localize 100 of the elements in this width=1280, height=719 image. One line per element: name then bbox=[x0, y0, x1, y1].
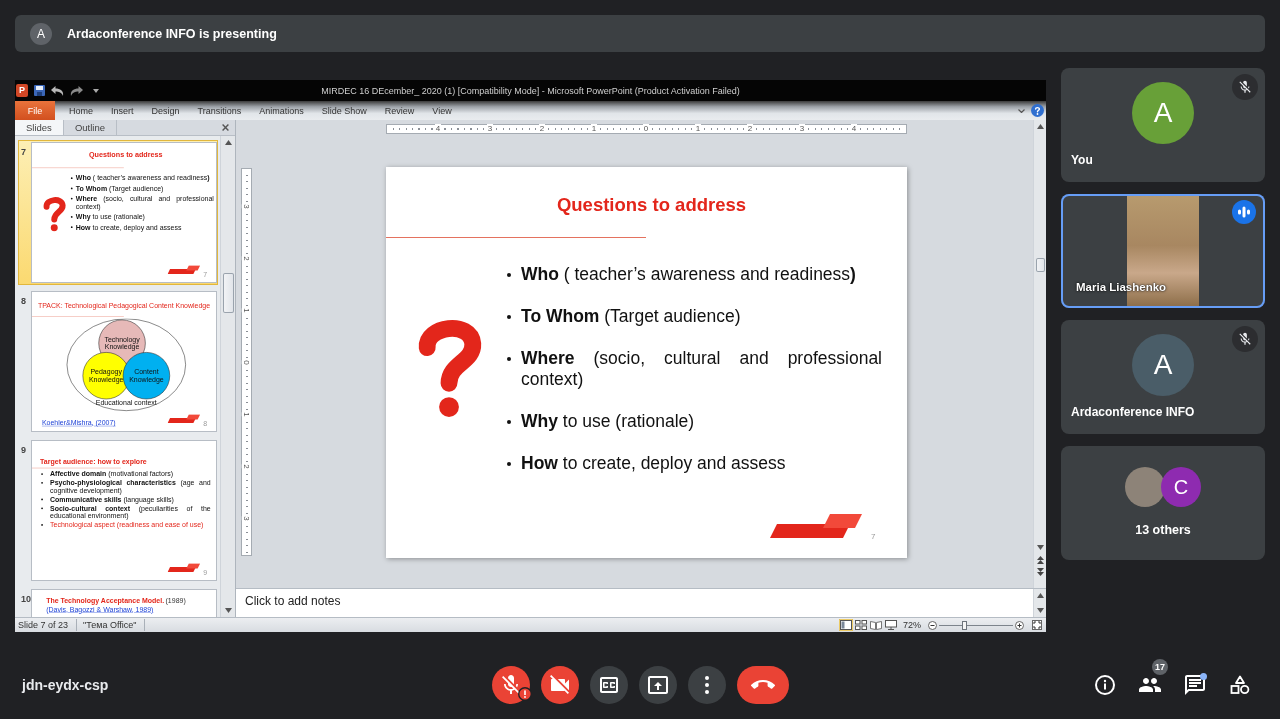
undo-icon[interactable] bbox=[51, 85, 64, 96]
shapes-icon bbox=[1230, 674, 1250, 695]
avatar-photo-placeholder bbox=[1125, 467, 1165, 507]
captions-icon bbox=[599, 676, 618, 693]
zoom-out-icon[interactable] bbox=[928, 620, 937, 630]
ruler-number: 0 bbox=[242, 359, 251, 365]
participant-name: You bbox=[1071, 152, 1093, 168]
notes-field[interactable]: Click to add notes bbox=[236, 589, 1033, 617]
ruler-number: 2 bbox=[538, 124, 546, 133]
avatar: A bbox=[1132, 82, 1194, 144]
fit-to-window-icon[interactable] bbox=[1032, 620, 1042, 630]
slide-number: 8 bbox=[20, 296, 27, 307]
question-mark-icon bbox=[42, 196, 67, 232]
close-icon[interactable] bbox=[222, 124, 229, 131]
ribbon-tab[interactable]: Insert bbox=[102, 101, 143, 120]
banner-text: Ardaconference INFO is presenting bbox=[67, 26, 277, 41]
phone-hang-up-icon bbox=[750, 680, 775, 689]
scroll-up-icon[interactable] bbox=[224, 140, 232, 145]
panel-tab[interactable]: Outline bbox=[63, 120, 117, 135]
bullet-icon bbox=[507, 419, 511, 424]
slide-title: Questions to address bbox=[556, 194, 747, 215]
bullet-text: How to create, deploy and assess bbox=[521, 453, 787, 474]
ruler-number: 3 bbox=[242, 515, 251, 521]
camera-button[interactable] bbox=[540, 665, 579, 704]
zoom-level-label[interactable]: 72% bbox=[903, 620, 921, 630]
ribbon-tab[interactable]: Slide Show bbox=[312, 101, 376, 120]
normal-view-icon[interactable] bbox=[839, 619, 853, 631]
scrollbar-thumb[interactable] bbox=[1035, 258, 1045, 272]
bullet-icon bbox=[70, 187, 73, 190]
bullet-icon bbox=[70, 197, 73, 200]
participant-count-badge: 17 bbox=[1152, 658, 1168, 675]
zoom-in-icon[interactable] bbox=[1015, 620, 1024, 630]
ribbon-tab[interactable]: Animations bbox=[250, 101, 313, 120]
save-icon[interactable] bbox=[34, 85, 45, 96]
app-logo: P bbox=[16, 84, 28, 97]
bullet-text: To Whom (Target audience) bbox=[521, 306, 742, 327]
help-icon[interactable] bbox=[1031, 104, 1044, 117]
avatar: C bbox=[1161, 467, 1201, 507]
camera-off-icon bbox=[550, 675, 569, 694]
ruler-number: 3 bbox=[486, 124, 494, 133]
end-call-button[interactable] bbox=[736, 665, 789, 704]
bullet-icon bbox=[507, 314, 511, 319]
bullet-text: Why to use (rationale) bbox=[521, 411, 696, 432]
ribbon-tab[interactable]: View bbox=[423, 101, 461, 120]
ribbon-tab[interactable]: Transitions bbox=[188, 101, 251, 120]
slideshow-view-icon[interactable] bbox=[884, 619, 898, 631]
sorter-view-icon[interactable] bbox=[854, 619, 868, 631]
bullet-icon bbox=[507, 461, 511, 466]
ruler-number: 4 bbox=[434, 124, 442, 133]
microphone-button[interactable] bbox=[491, 665, 530, 704]
ruler-number: 2 bbox=[746, 124, 754, 133]
ruler-number: 1 bbox=[694, 124, 702, 133]
present-screen-icon bbox=[647, 675, 668, 694]
ruler-number: 3 bbox=[242, 203, 251, 209]
ruler-number: 1 bbox=[590, 124, 598, 133]
slider-thumb[interactable] bbox=[962, 620, 968, 630]
previous-slide-icon[interactable] bbox=[1036, 556, 1044, 564]
avatar: A bbox=[30, 22, 52, 45]
zoom-slider[interactable] bbox=[939, 620, 1013, 630]
ruler-number: 3 bbox=[798, 124, 806, 133]
info-button[interactable] bbox=[1093, 672, 1117, 697]
ruler-number: 1 bbox=[242, 411, 251, 417]
scroll-down-icon[interactable] bbox=[1036, 608, 1044, 613]
participant-name: Ardaconference INFO bbox=[1071, 404, 1195, 420]
meeting-code: jdn-eydx-csp bbox=[22, 676, 109, 693]
info-icon bbox=[1095, 674, 1115, 695]
scrollbar-thumb[interactable] bbox=[222, 273, 234, 313]
bullet-text: Who ( teacher’s awareness and readiness) bbox=[521, 264, 857, 285]
ruler-number: 2 bbox=[242, 255, 251, 261]
scroll-down-icon[interactable] bbox=[1036, 545, 1044, 550]
bullet-icon bbox=[507, 272, 511, 277]
ruler-number: 2 bbox=[242, 463, 251, 469]
captions-button[interactable] bbox=[589, 665, 628, 704]
present-button[interactable] bbox=[638, 665, 677, 704]
more-options-button[interactable] bbox=[687, 665, 726, 704]
dropdown-caret-icon[interactable] bbox=[93, 88, 99, 93]
ribbon-tab[interactable]: Home bbox=[60, 101, 102, 120]
reading-view-icon[interactable] bbox=[869, 619, 883, 631]
ribbon-tab[interactable]: Design bbox=[142, 101, 189, 120]
chat-icon bbox=[1185, 674, 1205, 695]
page-number: 7 bbox=[871, 532, 876, 541]
scroll-up-icon[interactable] bbox=[1036, 124, 1044, 129]
chevron-down-icon[interactable] bbox=[1018, 108, 1025, 113]
slide-number: 10 bbox=[20, 594, 32, 605]
bullet-text: Where (socio, cultural and professional context) bbox=[521, 348, 882, 390]
slide-number: 9 bbox=[20, 445, 27, 456]
ruler-number: 0 bbox=[642, 124, 650, 133]
ribbon-tab[interactable]: Review bbox=[375, 101, 424, 120]
panel-tab[interactable]: Slides bbox=[15, 120, 64, 135]
chat-button[interactable] bbox=[1183, 672, 1207, 697]
slide-position-label: Slide 7 of 23 bbox=[15, 619, 78, 631]
more-vertical-icon bbox=[704, 675, 709, 694]
theme-label: "Тема Office" bbox=[77, 619, 146, 631]
next-slide-icon[interactable] bbox=[1036, 568, 1044, 576]
redo-icon[interactable] bbox=[70, 85, 83, 96]
scroll-down-icon[interactable] bbox=[224, 608, 232, 613]
ruler-number: 4 bbox=[850, 124, 858, 133]
microphone-off-icon bbox=[501, 675, 520, 694]
scroll-up-icon[interactable] bbox=[1036, 593, 1044, 598]
bullet-icon bbox=[507, 356, 511, 361]
